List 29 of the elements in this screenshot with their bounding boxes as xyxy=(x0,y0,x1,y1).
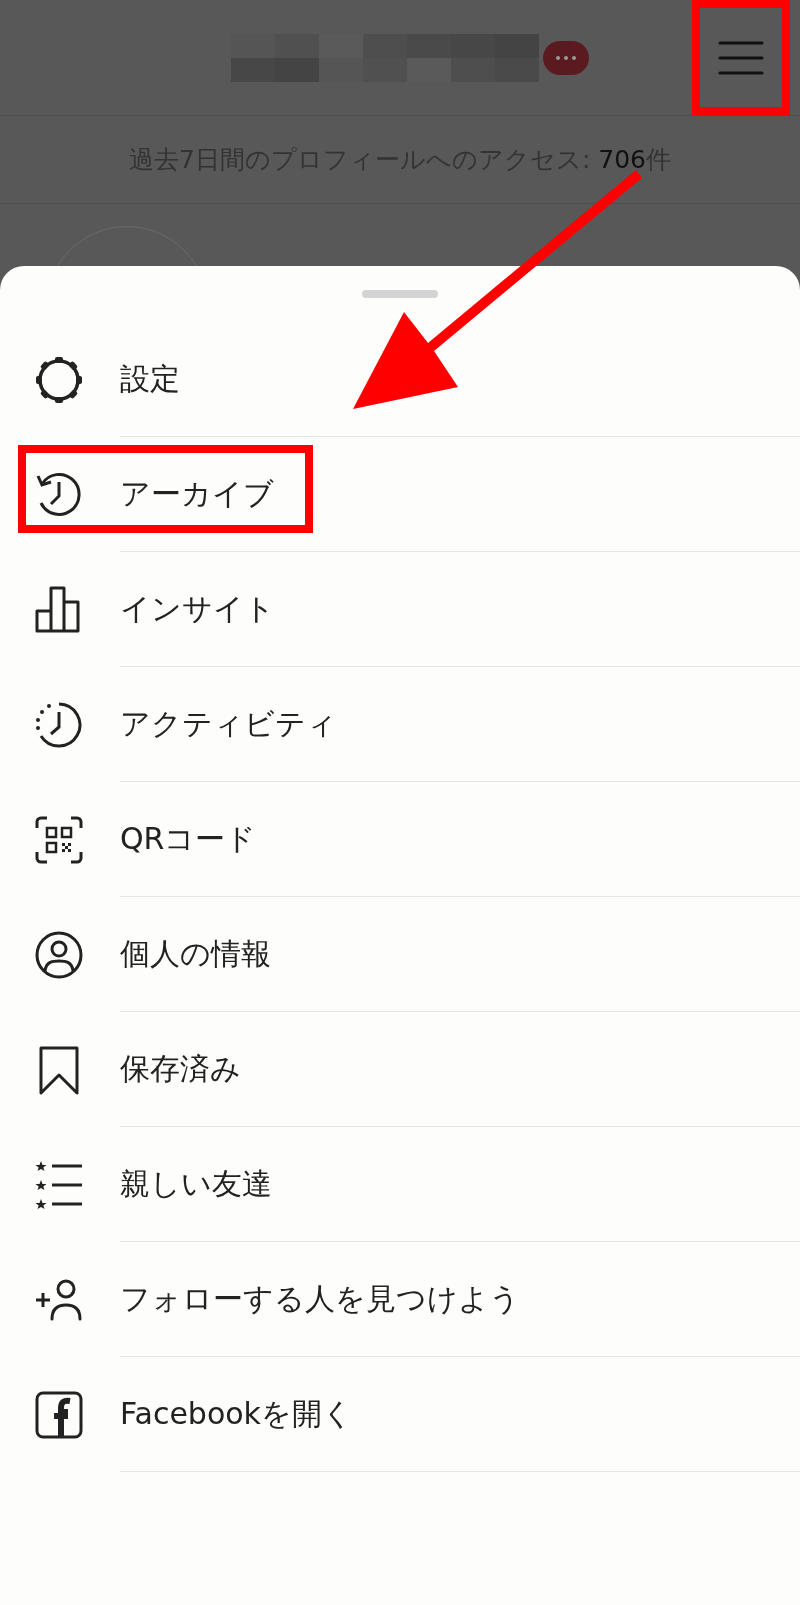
menu-item-label: インサイト xyxy=(120,590,275,628)
gear-icon xyxy=(34,354,84,405)
menu-item-label: フォローする人を見つけよう xyxy=(120,1280,520,1318)
menu-item-label: 個人の情報 xyxy=(120,935,271,973)
menu-item-label: アーカイブ xyxy=(120,475,274,513)
menu-item[interactable]: Facebookを開く xyxy=(0,1357,800,1472)
menu-item[interactable]: 個人の情報 xyxy=(0,897,800,1012)
star-list-icon xyxy=(34,1159,84,1210)
menu-item-label: Facebookを開く xyxy=(120,1395,353,1433)
menu-icon xyxy=(718,39,764,76)
menu-item[interactable]: 保存済み xyxy=(0,1012,800,1127)
menu-item-label: 親しい友達 xyxy=(120,1165,272,1203)
menu-item[interactable]: 設定 xyxy=(0,322,800,437)
facebook-icon xyxy=(34,1389,84,1440)
menu-item[interactable]: QRコード xyxy=(0,782,800,897)
menu-item-label: 保存済み xyxy=(120,1050,241,1088)
more-icon[interactable] xyxy=(543,40,589,75)
menu-item[interactable]: フォローする人を見つけよう xyxy=(0,1242,800,1357)
user-circle-icon xyxy=(34,929,84,980)
menu-button[interactable] xyxy=(692,0,790,115)
menu-item-label: アクティビティ xyxy=(120,705,337,743)
menu-item[interactable]: 親しい友達 xyxy=(0,1127,800,1242)
sheet-handle[interactable] xyxy=(362,290,438,298)
menu-item[interactable]: アーカイブ xyxy=(0,437,800,552)
menu-item-label: 設定 xyxy=(120,360,180,398)
menu-item[interactable]: アクティビティ xyxy=(0,667,800,782)
menu-item[interactable]: インサイト xyxy=(0,552,800,667)
qr-code-icon xyxy=(34,814,84,865)
menu-item-label: QRコード xyxy=(120,820,257,858)
